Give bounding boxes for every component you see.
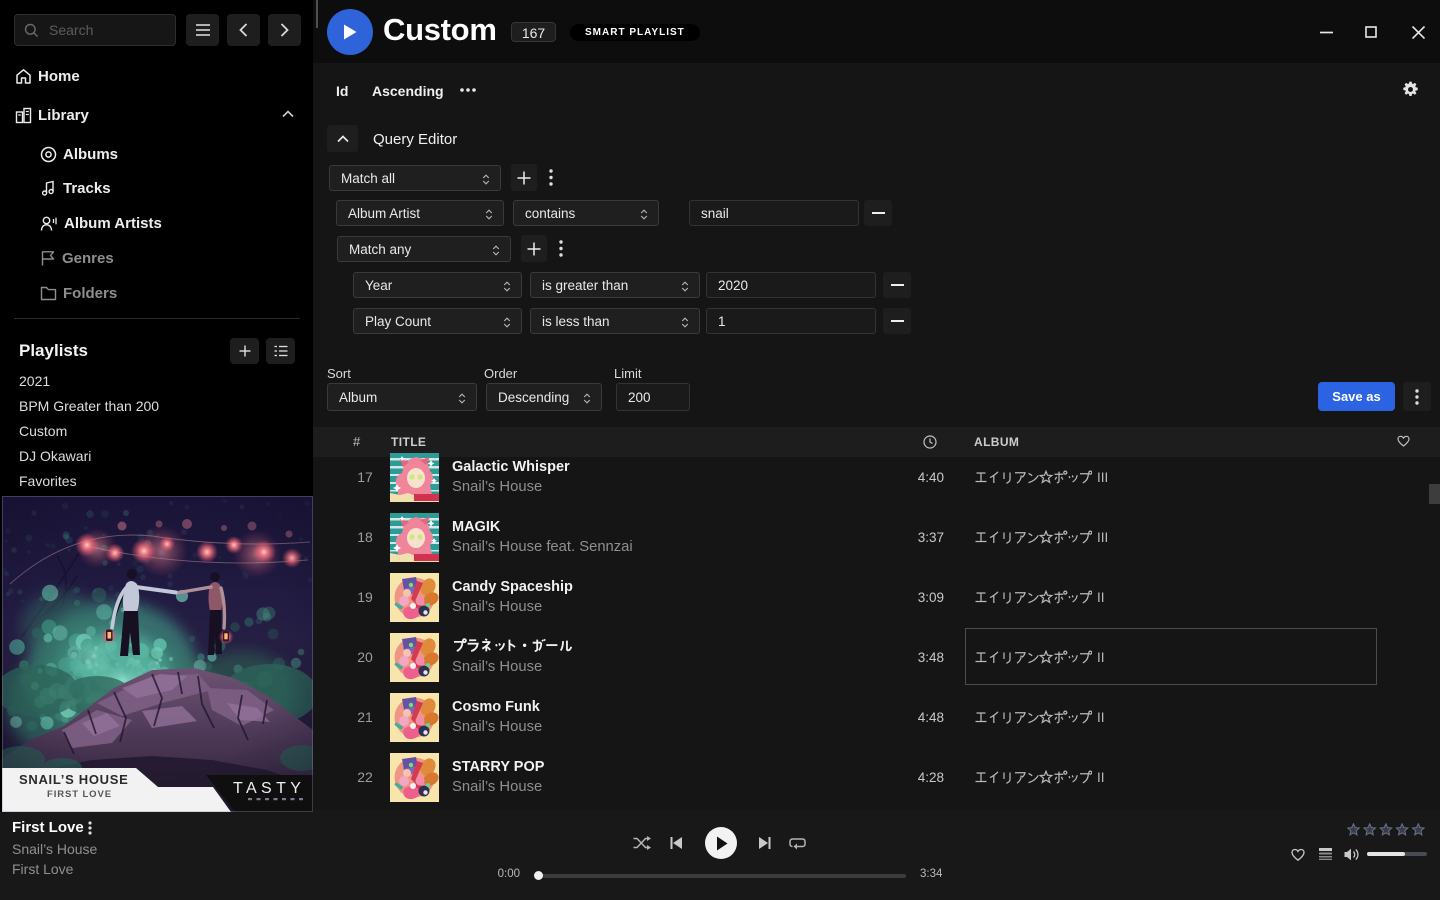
svg-text:FIRST LOVE: FIRST LOVE xyxy=(47,789,112,800)
svg-text:TASTY: TASTY xyxy=(233,780,305,797)
svg-text:SNAIL’S HOUSE: SNAIL’S HOUSE xyxy=(19,772,129,787)
